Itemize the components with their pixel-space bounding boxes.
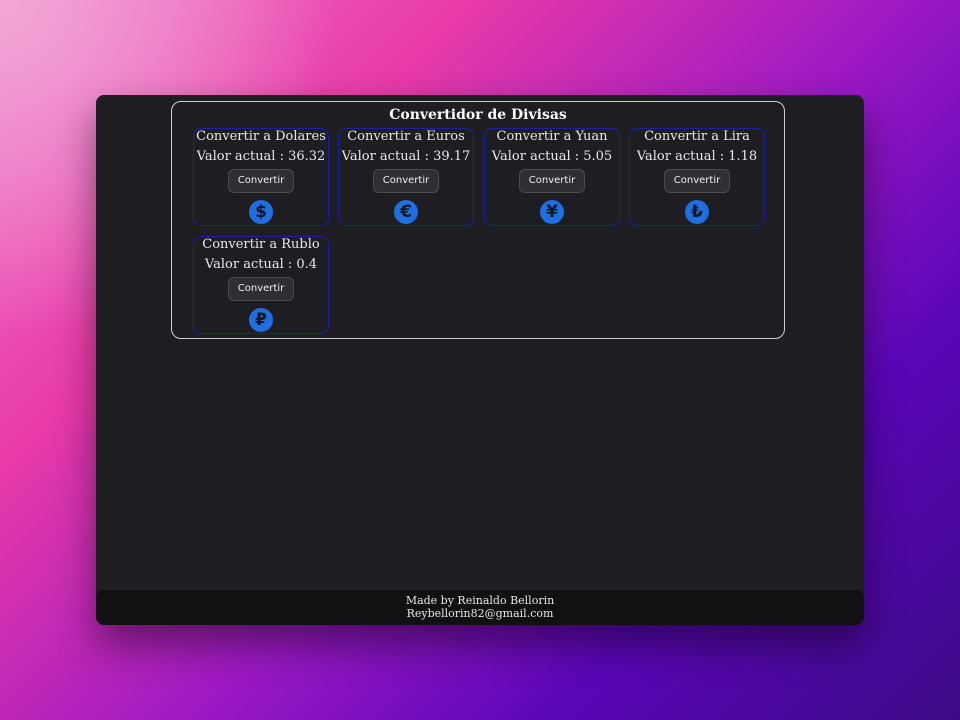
convert-dolares-button[interactable]: Convertir xyxy=(228,169,294,193)
footer: Made by Reinaldo Bellorin Reybellorin82@… xyxy=(96,590,864,625)
euro-icon: € xyxy=(394,200,418,224)
lira-icon: ₺ xyxy=(685,200,709,224)
card-value: Valor actual : 0.4 xyxy=(204,257,318,272)
card-lira: Convertir a Lira Valor actual : 1.18 Con… xyxy=(629,128,765,226)
card-dolares: Convertir a Dolares Valor actual : 36.32… xyxy=(193,128,329,226)
page-title: Convertidor de Divisas xyxy=(389,107,567,123)
convert-rublo-button[interactable]: Convertir xyxy=(228,277,294,301)
card-title: Convertir a Euros xyxy=(347,129,465,144)
card-rublo: Convertir a Rublo Valor actual : 0.4 Con… xyxy=(193,236,329,334)
card-title: Convertir a Dolares xyxy=(196,129,326,144)
card-title: Convertir a Yuan xyxy=(496,129,608,144)
yuan-icon: ¥ xyxy=(540,200,564,224)
converter-panel: Convertidor de Divisas Convertir a Dolar… xyxy=(171,101,785,339)
app-window: Convertidor de Divisas Convertir a Dolar… xyxy=(96,95,864,625)
card-title: Convertir a Lira xyxy=(644,129,750,144)
footer-email: Reybellorin82@gmail.com xyxy=(406,607,554,620)
card-euros: Convertir a Euros Valor actual : 39.17 C… xyxy=(338,128,474,226)
ruble-icon: ₽ xyxy=(249,308,273,332)
card-value: Valor actual : 1.18 xyxy=(636,149,758,164)
convert-lira-button[interactable]: Convertir xyxy=(664,169,730,193)
card-value: Valor actual : 39.17 xyxy=(341,149,471,164)
card-title: Convertir a Rublo xyxy=(202,237,320,252)
card-yuan: Convertir a Yuan Valor actual : 5.05 Con… xyxy=(484,128,620,226)
convert-euros-button[interactable]: Convertir xyxy=(373,169,439,193)
footer-author: Made by Reinaldo Bellorin xyxy=(405,594,555,607)
card-value: Valor actual : 5.05 xyxy=(491,149,613,164)
convert-yuan-button[interactable]: Convertir xyxy=(519,169,585,193)
card-value: Valor actual : 36.32 xyxy=(196,149,326,164)
dollar-icon: $ xyxy=(249,200,273,224)
